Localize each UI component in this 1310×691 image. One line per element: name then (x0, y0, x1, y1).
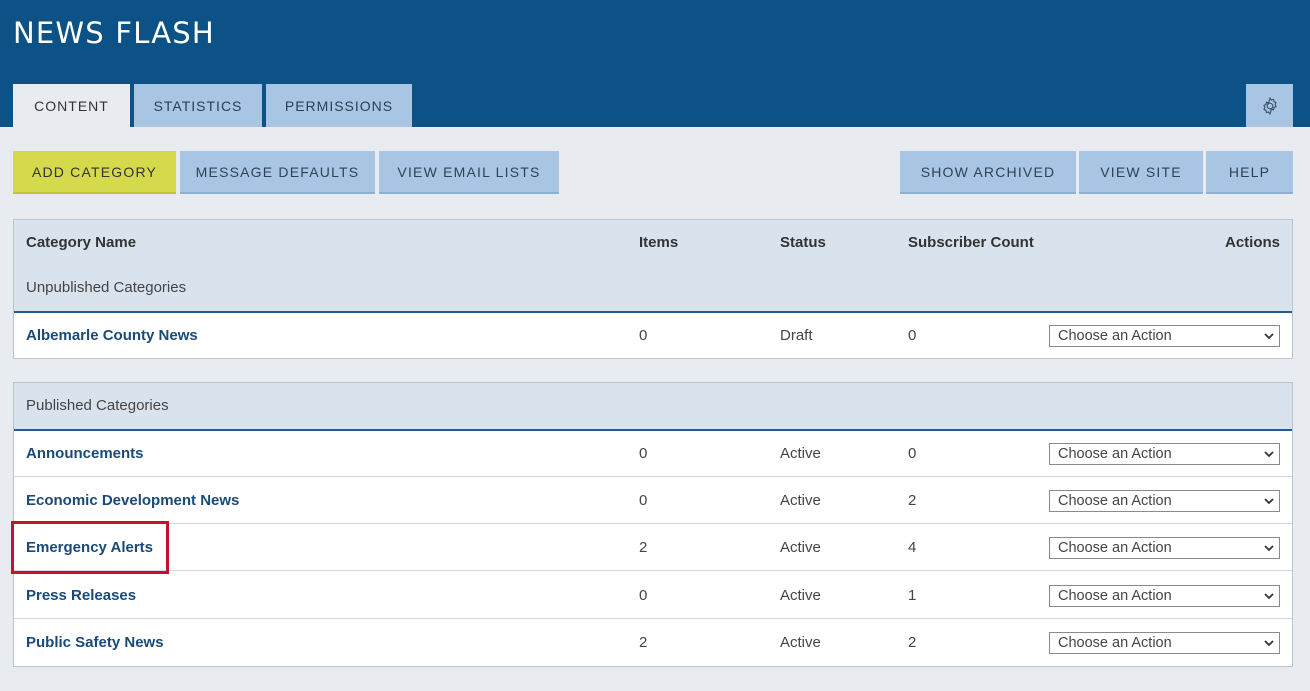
add-category-button[interactable]: ADD CATEGORY (13, 151, 176, 194)
action-select[interactable]: Choose an Action (1049, 632, 1280, 654)
chevron-down-icon (1264, 451, 1274, 458)
table-row: Announcements 0 Active 0 Choose an Actio… (14, 430, 1292, 477)
unpublished-categories-table: Category Name Items Status Subscriber Co… (13, 219, 1293, 359)
tab-permissions[interactable]: PERMISSIONS (266, 84, 412, 127)
action-select-value: Choose an Action (1058, 540, 1172, 556)
items-count: 0 (639, 445, 648, 462)
action-select-value: Choose an Action (1058, 493, 1172, 509)
column-header-category-name: Category Name (26, 234, 137, 251)
status-text: Draft (780, 327, 813, 344)
category-name-link[interactable]: Press Releases (26, 587, 136, 604)
published-categories-label: Published Categories (26, 397, 169, 414)
column-header-items: Items (639, 234, 679, 251)
status-text: Active (780, 445, 821, 462)
category-name-link[interactable]: Public Safety News (26, 634, 164, 651)
column-header-status: Status (780, 234, 826, 251)
action-select[interactable]: Choose an Action (1049, 443, 1280, 465)
chevron-down-icon (1264, 593, 1274, 600)
category-name-link[interactable]: Albemarle County News (26, 327, 198, 344)
published-categories-table: Published Categories Announcements 0 Act… (13, 382, 1293, 667)
action-select[interactable]: Choose an Action (1049, 490, 1280, 512)
table-header: Published Categories (14, 383, 1292, 431)
status-text: Active (780, 587, 821, 604)
settings-button[interactable] (1246, 84, 1293, 127)
chevron-down-icon (1264, 545, 1274, 552)
message-defaults-button[interactable]: MESSAGE DEFAULTS (180, 151, 375, 194)
table-header: Category Name Items Status Subscriber Co… (14, 220, 1292, 313)
category-name-link[interactable]: Economic Development News (26, 492, 239, 509)
chevron-down-icon (1264, 498, 1274, 505)
items-count: 0 (639, 587, 648, 604)
app-header: NEWS FLASH CONTENT STATISTICS PERMISSION… (0, 0, 1310, 127)
table-row: Press Releases 0 Active 1 Choose an Acti… (14, 572, 1292, 619)
app-title: NEWS FLASH (13, 16, 215, 50)
category-name-link[interactable]: Announcements (26, 445, 144, 462)
table-row: Public Safety News 2 Active 2 Choose an … (14, 619, 1292, 666)
action-select[interactable]: Choose an Action (1049, 585, 1280, 607)
highlight-box (11, 521, 169, 574)
chevron-down-icon (1264, 640, 1274, 647)
table-row: Economic Development News 0 Active 2 Cho… (14, 477, 1292, 524)
table-row: Albemarle County News 0 Draft 0 Choose a… (14, 312, 1292, 359)
show-archived-button[interactable]: SHOW ARCHIVED (900, 151, 1076, 194)
view-email-lists-button[interactable]: VIEW EMAIL LISTS (379, 151, 559, 194)
gear-icon (1262, 96, 1277, 115)
column-header-actions: Actions (1224, 234, 1280, 251)
status-text: Active (780, 492, 821, 509)
items-count: 2 (639, 634, 648, 651)
status-text: Active (780, 634, 821, 651)
column-header-subscriber-count: Subscriber Count (908, 234, 1034, 251)
action-select-value: Choose an Action (1058, 446, 1172, 462)
unpublished-categories-label: Unpublished Categories (26, 279, 187, 296)
subscriber-count: 4 (908, 539, 917, 556)
action-select-value: Choose an Action (1058, 635, 1172, 651)
tab-content[interactable]: CONTENT (13, 84, 130, 127)
action-select[interactable]: Choose an Action (1049, 537, 1280, 559)
items-count: 0 (639, 327, 648, 344)
subscriber-count: 0 (908, 327, 917, 344)
table-row: Emergency Alerts 2 Active 4 Choose an Ac… (14, 524, 1292, 571)
help-button[interactable]: HELP (1206, 151, 1293, 194)
tab-statistics[interactable]: STATISTICS (134, 84, 262, 127)
items-count: 2 (639, 539, 648, 556)
items-count: 0 (639, 492, 648, 509)
subscriber-count: 0 (908, 445, 917, 462)
subscriber-count: 2 (908, 634, 917, 651)
action-select-value: Choose an Action (1058, 328, 1172, 344)
subscriber-count: 2 (908, 492, 917, 509)
status-text: Active (780, 539, 821, 556)
action-select-value: Choose an Action (1058, 588, 1172, 604)
action-select[interactable]: Choose an Action (1049, 325, 1280, 347)
chevron-down-icon (1264, 333, 1274, 340)
view-site-button[interactable]: VIEW SITE (1079, 151, 1203, 194)
subscriber-count: 1 (908, 587, 917, 604)
